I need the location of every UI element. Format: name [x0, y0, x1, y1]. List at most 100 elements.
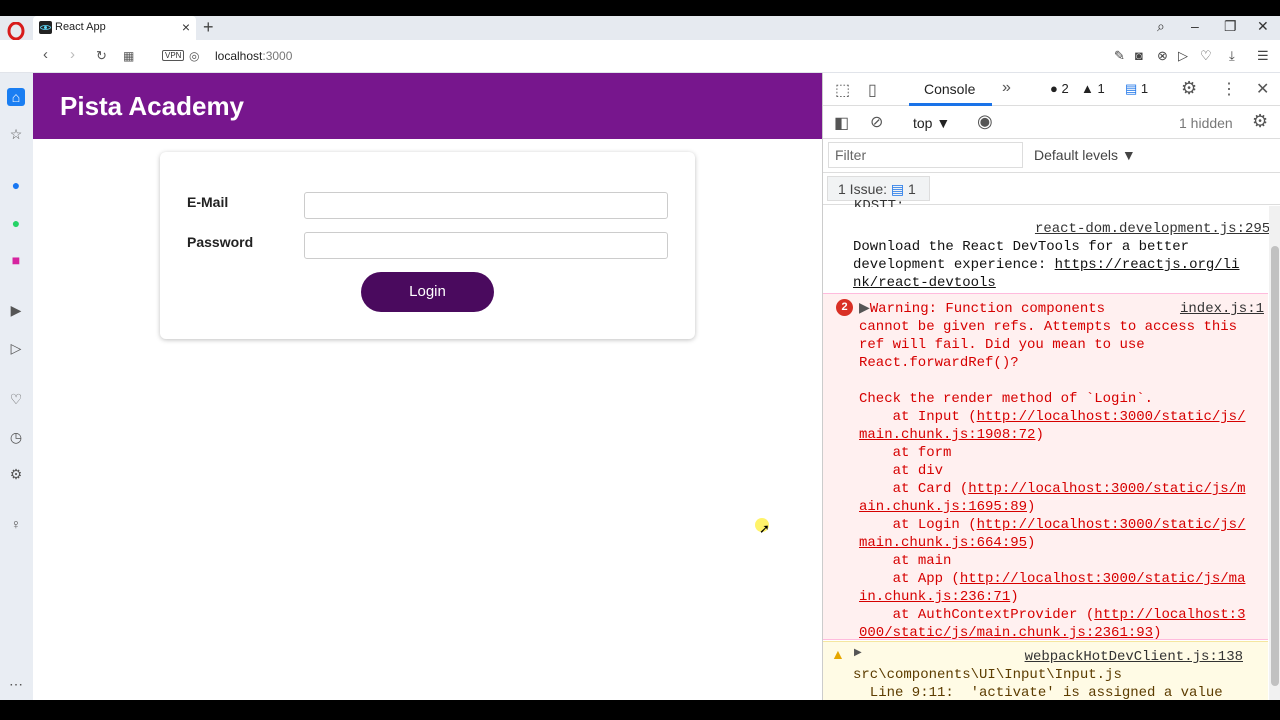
warning-icon: ▲ — [831, 646, 845, 662]
error-line-3: React.forwardRef()? — [859, 355, 1019, 371]
send-icon[interactable]: ▷ — [1178, 48, 1188, 64]
stack-frame-prefix: at App ( — [859, 571, 960, 587]
context-select[interactable]: top ▼ — [913, 115, 950, 131]
close-window-icon[interactable]: ✕ — [1257, 18, 1269, 35]
star-icon[interactable]: ☆ — [7, 125, 25, 143]
address-bar: ‹ › ↻ ▦ VPN ◎ localhost:3000 ✎ ◙ ⊗ ▷ ♡ ⤓… — [0, 40, 1280, 73]
error-source-link[interactable]: index.js:1 — [1180, 300, 1264, 318]
console-settings-icon[interactable]: ⚙ — [1252, 111, 1268, 132]
easy-setup-icon[interactable]: ✎ — [1114, 48, 1125, 64]
error-message: 2 ▶Warning: Function components index.js… — [823, 293, 1268, 642]
more-tabs-icon[interactable]: » — [1002, 79, 1011, 97]
tips-icon[interactable]: ♀ — [7, 515, 25, 533]
stack-frame-suffix: ) — [1010, 589, 1019, 605]
bottom-strip — [0, 700, 1280, 720]
sidebar-toggle-icon[interactable]: ◧ — [834, 113, 849, 133]
error-count: 2 — [1061, 81, 1069, 96]
history-icon[interactable]: ◷ — [7, 428, 25, 446]
messenger-icon[interactable]: ● — [7, 176, 25, 194]
filter-input[interactable]: Filter — [828, 142, 1023, 168]
devtools-menu-icon[interactable]: ⋮ — [1221, 79, 1237, 99]
menu-icon[interactable]: ☰ — [1257, 48, 1269, 64]
issues-count: 1 — [908, 181, 916, 197]
stack-frame: at form — [859, 444, 1249, 462]
levels-value: Default levels — [1034, 147, 1119, 163]
email-label: E-Mail — [187, 194, 229, 210]
player-icon[interactable]: ▶ — [7, 301, 25, 319]
stack-frame: at App (http://localhost:3000/static/js/… — [859, 570, 1249, 606]
expand-arrow-icon[interactable]: ▶ — [859, 301, 870, 317]
stack-frame: at main — [859, 552, 1249, 570]
hidden-count: 1 hidden — [1179, 115, 1233, 131]
context-value: top — [913, 115, 933, 131]
tabs-grid-icon[interactable]: ▦ — [123, 49, 134, 63]
tab-close-icon[interactable]: × — [182, 19, 190, 35]
globe-icon[interactable]: ◎ — [189, 49, 199, 63]
error-line-1: cannot be given refs. Attempts to access… — [859, 319, 1238, 335]
warning-source-link[interactable]: webpackHotDevClient.js:138 — [1025, 649, 1243, 665]
search-tabs-icon[interactable]: ⌕ — [1157, 18, 1165, 35]
stack-frame: at Login (http://localhost:3000/static/j… — [859, 516, 1249, 552]
login-card: E-Mail Password Login — [160, 152, 695, 339]
stack-frame-prefix: at Login ( — [859, 517, 977, 533]
warning-count-badge[interactable]: ▲ 1 — [1081, 81, 1105, 96]
stack-frame-suffix: ) — [1027, 535, 1036, 551]
issues-label: 1 Issue: — [838, 181, 888, 197]
password-field[interactable] — [304, 232, 668, 259]
error-body: ▶Warning: Function components index.js:1… — [859, 300, 1264, 642]
warning-count: 1 — [1097, 81, 1105, 96]
tab-react-app[interactable]: React App × — [33, 16, 196, 40]
new-tab-icon[interactable]: + — [203, 17, 214, 38]
login-button[interactable]: Login — [361, 272, 494, 312]
log-levels-select[interactable]: Default levels ▼ — [1034, 147, 1136, 163]
whatsapp-icon[interactable]: ● — [7, 214, 25, 232]
forward-icon[interactable]: › — [70, 46, 75, 63]
url-field[interactable]: localhost:3000 — [215, 49, 292, 63]
scrollbar-thumb[interactable] — [1271, 246, 1279, 686]
opera-logo-icon[interactable] — [7, 22, 25, 40]
block-icon[interactable]: ⊗ — [1157, 48, 1168, 64]
vpn-badge[interactable]: VPN — [162, 50, 185, 61]
stack-frame: at Input (http://localhost:3000/static/j… — [859, 408, 1249, 444]
error-line-4 — [859, 372, 1249, 390]
opera-sidebar: ⌂ ☆ ● ● ■ ▶ ▷ ♡ ◷ ⚙ ♀ ⋯ — [0, 73, 33, 700]
error-count-badge[interactable]: ● 2 — [1050, 81, 1069, 96]
stack-trace: at Input (http://localhost:3000/static/j… — [859, 408, 1249, 642]
instagram-icon[interactable]: ■ — [7, 251, 25, 269]
download-icon[interactable]: ⤓ — [1229, 48, 1235, 64]
stack-frame-suffix: ) — [1027, 499, 1036, 515]
app-viewport: Pista Academy E-Mail Password Login ➚ — [33, 73, 822, 700]
info-count-badge[interactable]: ▤ 1 — [1125, 81, 1148, 97]
inspect-element-icon[interactable]: ⬚ — [835, 80, 850, 100]
send-sidebar-icon[interactable]: ▷ — [7, 339, 25, 357]
console-scrollbar[interactable] — [1269, 206, 1280, 700]
info-count: 1 — [1140, 81, 1149, 96]
devtools-close-icon[interactable]: ✕ — [1256, 79, 1269, 99]
settings-icon[interactable]: ⚙ — [7, 465, 25, 483]
console-toolbar: ◧ ⊘ top ▼ ◉ 1 hidden ⚙ — [823, 106, 1280, 139]
restore-icon[interactable]: ❐ — [1224, 18, 1237, 35]
stack-frame-suffix: ) — [1035, 427, 1044, 443]
stack-frame-suffix: ) — [1153, 625, 1162, 641]
email-field[interactable] — [304, 192, 668, 219]
clipped-log-line: KDSTT: — [854, 198, 905, 207]
heart-sidebar-icon[interactable]: ♡ — [7, 390, 25, 408]
tab-console[interactable]: Console — [924, 81, 975, 97]
heart-icon[interactable]: ♡ — [1200, 48, 1212, 64]
app-title: Pista Academy — [60, 91, 245, 121]
stack-frame-prefix: at div — [859, 463, 944, 479]
stack-frame-prefix: at AuthContextProvider ( — [859, 607, 1095, 623]
back-icon[interactable]: ‹ — [43, 46, 48, 63]
reload-icon[interactable]: ↻ — [96, 48, 107, 64]
log1-source-link[interactable]: react-dom.development.js:29574 — [1035, 221, 1280, 237]
tab-title: React App — [55, 21, 106, 33]
clear-console-icon[interactable]: ⊘ — [870, 112, 883, 132]
minimize-icon[interactable]: – — [1191, 18, 1199, 34]
device-toolbar-icon[interactable]: ▯ — [868, 80, 877, 100]
stack-frame-prefix: at main — [859, 553, 952, 569]
live-expression-eye-icon[interactable]: ◉ — [977, 111, 993, 132]
snapshot-icon[interactable]: ◙ — [1135, 48, 1143, 63]
more-icon[interactable]: ⋯ — [7, 675, 25, 693]
devtools-settings-icon[interactable]: ⚙ — [1181, 78, 1197, 99]
home-icon[interactable]: ⌂ — [7, 88, 25, 106]
